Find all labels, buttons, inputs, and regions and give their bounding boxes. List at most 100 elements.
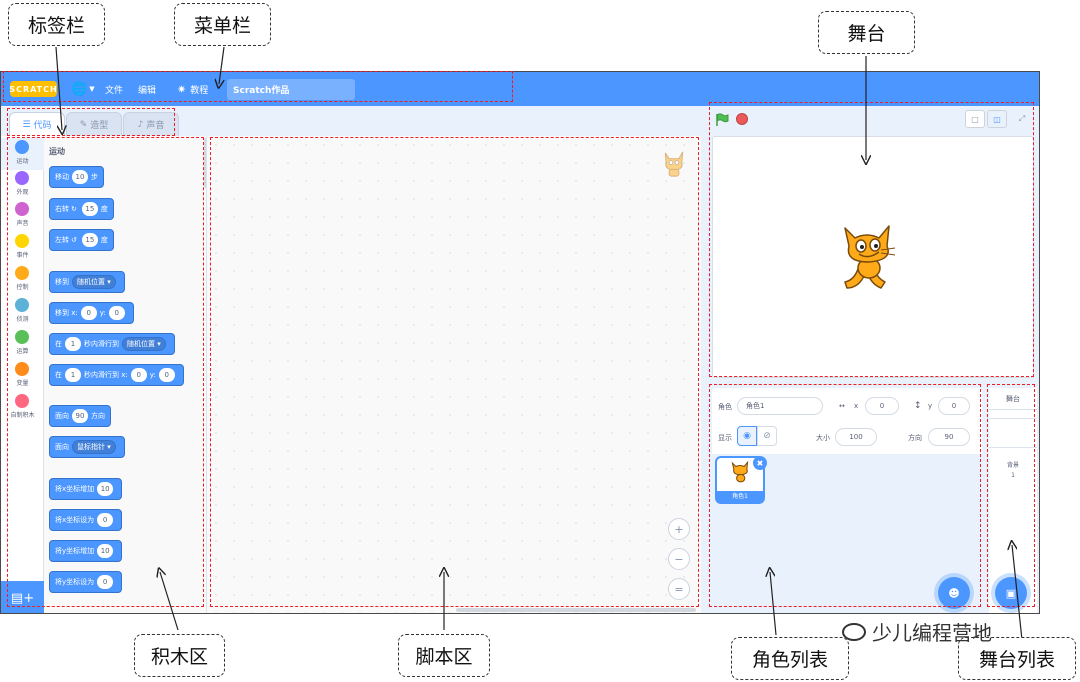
green-flag-button[interactable] <box>715 112 729 131</box>
block-glide[interactable]: 在 1 秒内滑行到 随机位置 ▾ <box>49 333 175 355</box>
category-sound[interactable]: 声音 <box>1 200 44 232</box>
sprite-name-input[interactable]: 角色1 <box>737 397 823 415</box>
zoom-in-button[interactable]: + <box>668 518 690 540</box>
block-move[interactable]: 移动 10 步 <box>49 166 104 188</box>
block-input[interactable]: 0 <box>97 575 114 589</box>
block-turn-right[interactable]: 右转 ↻ 15 度 <box>49 198 114 220</box>
category-events[interactable]: 事件 <box>1 232 44 264</box>
stage-thumbnail[interactable] <box>989 418 1037 448</box>
block-point-direction[interactable]: 面向 90 方向 <box>49 405 111 427</box>
scratch-cat-sprite[interactable] <box>837 222 899 294</box>
fullscreen-icon: ⤢ <box>1018 114 1026 123</box>
zoom-reset-icon: = <box>674 582 684 596</box>
category-looks[interactable]: 外观 <box>1 169 44 201</box>
block-text: 将x坐标设为 <box>55 516 95 524</box>
small-stage-button[interactable]: □ <box>965 110 985 128</box>
tab-code[interactable]: ☰ 代码 <box>9 112 65 136</box>
speaker-icon: ♪ <box>137 119 144 130</box>
block-set-y[interactable]: 将y坐标设为 0 <box>49 571 123 593</box>
category-control[interactable]: 控制 <box>1 264 44 296</box>
eye-off-icon: ⊘ <box>763 431 771 441</box>
palette-title: 运动 <box>49 147 65 156</box>
tab-costumes[interactable]: ✎ 造型 <box>66 112 122 136</box>
category-label: 侦测 <box>16 316 29 323</box>
project-title-input[interactable]: Scratch作品 <box>227 79 355 100</box>
block-input[interactable]: 10 <box>97 482 114 496</box>
stage-canvas[interactable] <box>712 136 1034 378</box>
language-menu[interactable]: 🌐 ▼ <box>71 72 95 106</box>
cat-add-icon: ☻ <box>948 586 960 600</box>
tutorials-menu[interactable]: ✷ 教程 <box>177 72 208 106</box>
show-sprite-button[interactable]: ◉ <box>737 426 757 446</box>
tab-sounds[interactable]: ♪ 声音 <box>123 112 179 136</box>
direction-input[interactable]: 90 <box>928 428 970 446</box>
block-point-towards[interactable]: 面向 鼠标指针 ▾ <box>49 436 125 458</box>
stop-button[interactable] <box>736 113 748 125</box>
category-label: 运算 <box>16 348 29 355</box>
globe-icon: 🌐 <box>71 81 88 97</box>
block-dropdown[interactable]: 鼠标指针 ▾ <box>72 440 116 454</box>
category-motion[interactable]: 运动 <box>1 138 44 170</box>
block-set-x[interactable]: 将x坐标设为 0 <box>49 509 123 531</box>
block-change-x[interactable]: 将x坐标增加 10 <box>49 478 123 500</box>
menu-bar: SCRATCH 🌐 ▼ 文件 编辑 ✷ 教程 Scratch作品 <box>1 72 1039 106</box>
block-input[interactable]: 10 <box>97 544 114 558</box>
category-variables[interactable]: 变量 <box>1 360 44 392</box>
block-dropdown[interactable]: 随机位置 ▾ <box>72 275 116 289</box>
size-input[interactable]: 100 <box>835 428 877 446</box>
script-scrollbar[interactable] <box>456 608 696 612</box>
block-text: 将x坐标增加 <box>55 485 95 493</box>
category-operators[interactable]: 运算 <box>1 328 44 360</box>
block-input[interactable]: 0 <box>97 513 114 527</box>
delete-sprite-button[interactable]: ✖ <box>753 456 767 470</box>
zoom-in-icon: + <box>674 522 684 536</box>
hide-sprite-button[interactable]: ⊘ <box>757 426 777 446</box>
add-extension-button[interactable]: ▤+ <box>1 581 44 613</box>
block-input[interactable]: 15 <box>81 202 98 216</box>
category-sensing[interactable]: 侦测 <box>1 296 44 328</box>
normal-stage-button[interactable]: ◫ <box>987 110 1007 128</box>
script-area[interactable]: + − = <box>206 136 701 613</box>
category-label: 声音 <box>16 220 29 227</box>
block-palette: 运动 移动 10 步 右转 ↻ 15 度 左转 ↺ 15 度 移到 随机位置 ▾ 移到 x: 0 y:… <box>44 136 206 613</box>
block-goto-xy[interactable]: 移到 x: 0 y: 0 <box>49 302 134 324</box>
block-text: 步 <box>91 173 98 181</box>
choose-backdrop-button[interactable]: ▣ <box>995 577 1027 609</box>
backdrop-count: 1 <box>1011 472 1015 479</box>
zoom-reset-button[interactable]: = <box>668 578 690 600</box>
block-input[interactable]: 0 <box>108 306 125 320</box>
scratch-logo[interactable]: SCRATCH <box>9 81 57 97</box>
block-input[interactable]: 0 <box>130 368 147 382</box>
block-input[interactable]: 0 <box>158 368 175 382</box>
block-goto[interactable]: 移到 随机位置 ▾ <box>49 271 125 293</box>
block-turn-left[interactable]: 左转 ↺ 15 度 <box>49 229 114 251</box>
block-dropdown[interactable]: 随机位置 ▾ <box>122 337 166 351</box>
block-change-y[interactable]: 将y坐标增加 10 <box>49 540 123 562</box>
edit-menu[interactable]: 编辑 <box>138 72 156 106</box>
y-input[interactable]: 0 <box>938 397 970 415</box>
block-text: 移到 x: <box>55 309 78 317</box>
block-input[interactable]: 10 <box>72 170 88 184</box>
zoom-out-button[interactable]: − <box>668 548 690 570</box>
block-text: 将y坐标设为 <box>55 578 95 586</box>
block-text: 秒内滑行到 x: <box>84 371 128 379</box>
category-dot <box>15 171 29 185</box>
block-area-callout: 积木区 <box>134 634 225 677</box>
fullscreen-button[interactable]: ⤢ <box>1012 110 1032 128</box>
y-label: y <box>928 402 933 410</box>
trash-icon: ✖ <box>756 458 764 468</box>
block-glide-xy[interactable]: 在 1 秒内滑行到 x: 0 y: 0 <box>49 364 184 386</box>
block-input[interactable]: 0 <box>80 306 97 320</box>
block-input[interactable]: 1 <box>65 368 81 382</box>
block-input[interactable]: 15 <box>81 233 98 247</box>
sprite-card-name: 角色1 <box>717 491 763 502</box>
category-my-blocks[interactable]: 自制积木 <box>1 392 44 424</box>
block-input[interactable]: 90 <box>72 409 88 423</box>
category-label: 自制积木 <box>10 412 35 419</box>
small-stage-icon: □ <box>971 114 979 124</box>
block-input[interactable]: 1 <box>65 337 81 351</box>
x-input[interactable]: 0 <box>865 397 899 415</box>
file-menu[interactable]: 文件 <box>105 72 123 106</box>
choose-sprite-button[interactable]: ☻ <box>938 577 970 609</box>
block-text: 在 <box>55 340 62 348</box>
